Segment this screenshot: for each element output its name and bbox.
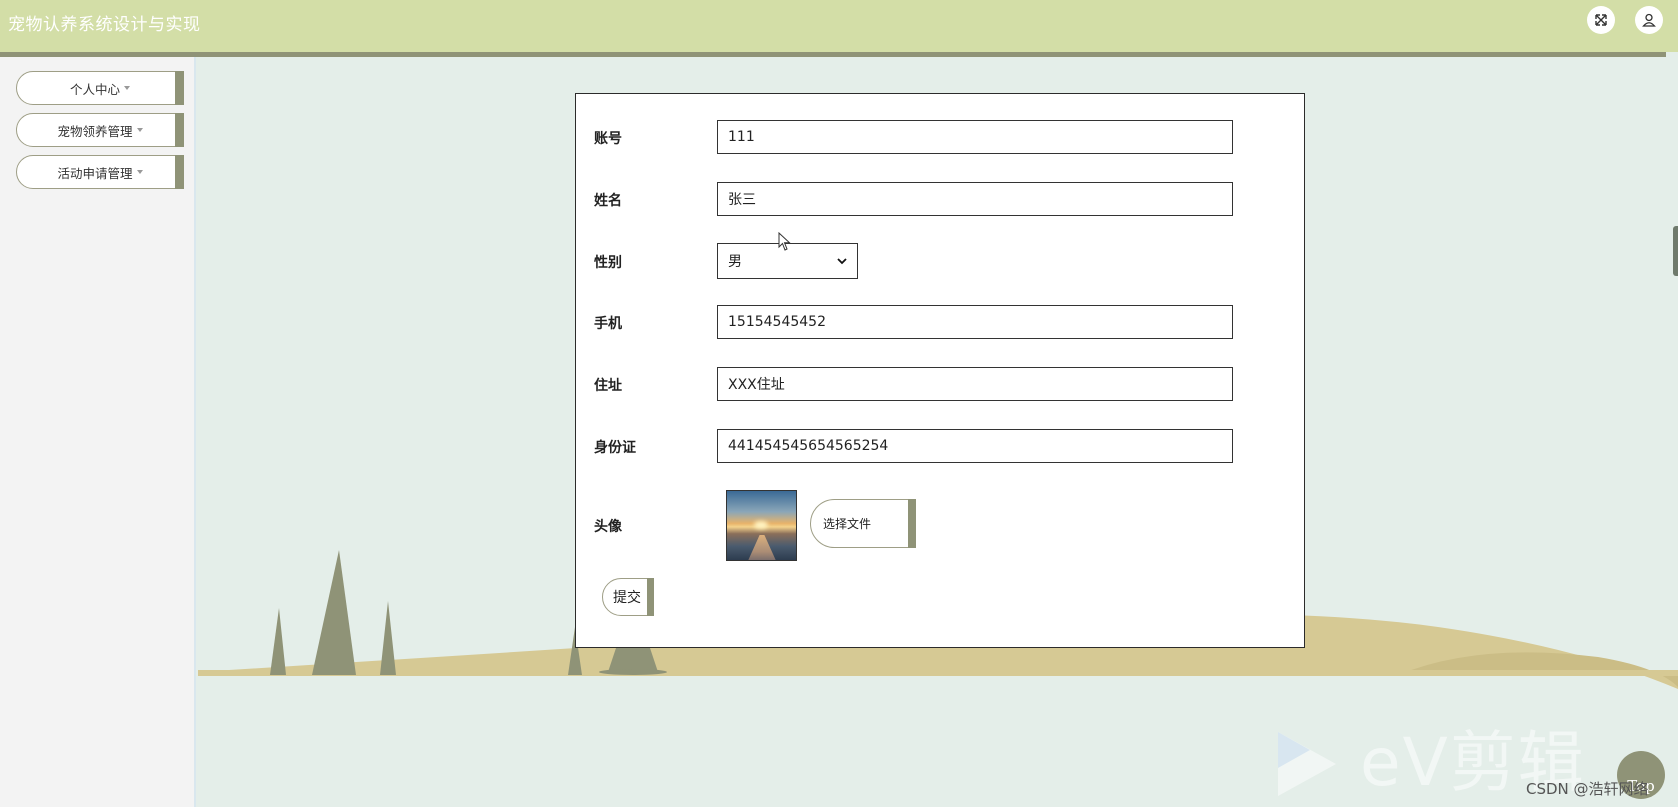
gender-label: 性别 [594,255,622,271]
avatar-label: 头像 [594,519,622,535]
sidebar-item-label: 活动申请管理 [57,165,133,181]
account-label: 账号 [594,131,622,147]
address-label: 住址 [594,378,622,394]
caret-down-icon [136,128,143,132]
caret-down-icon [136,170,143,174]
chevron-down-icon [837,257,847,265]
sidebar-item-pet-adoption[interactable]: 宠物领养管理 [16,113,184,147]
caret-down-icon [124,86,130,90]
avatar-preview [726,490,797,561]
top-bar: 宠物认养系统设计与实现 [0,0,1678,52]
user-button[interactable] [1635,6,1663,34]
sidebar-item-label: 宠物领养管理 [57,123,133,139]
sidebar-item-activity-application[interactable]: 活动申请管理 [16,155,184,189]
account-input[interactable] [717,120,1233,154]
user-icon [1642,13,1656,27]
sidebar: 个人中心 宠物领养管理 活动申请管理 [0,57,196,807]
sidebar-item-personal-center[interactable]: 个人中心 [16,71,184,105]
choose-file-button[interactable]: 选择文件 [810,499,916,548]
sidebar-item-label: 个人中心 [69,81,120,97]
name-input[interactable] [717,182,1233,216]
gender-select-value: 男 [728,254,742,270]
csdn-watermark: CSDN @浩轩网络 [1526,780,1649,798]
profile-form: 账号 姓名 性别 男 手机 住址 身份证 头像 选择文件 提交 [575,93,1305,648]
mouse-cursor-icon [778,232,791,251]
submit-button[interactable]: 提交 [602,578,654,616]
fullscreen-button[interactable] [1587,6,1615,34]
fullscreen-icon [1595,14,1607,26]
name-label: 姓名 [594,193,622,209]
address-input[interactable] [717,367,1233,401]
phone-input[interactable] [717,305,1233,339]
play-icon [1278,732,1336,796]
id-card-label: 身份证 [594,440,636,456]
phone-label: 手机 [594,316,622,332]
scroll-handle[interactable] [1673,226,1678,276]
id-card-input[interactable] [717,429,1233,463]
app-title: 宠物认养系统设计与实现 [8,15,201,35]
